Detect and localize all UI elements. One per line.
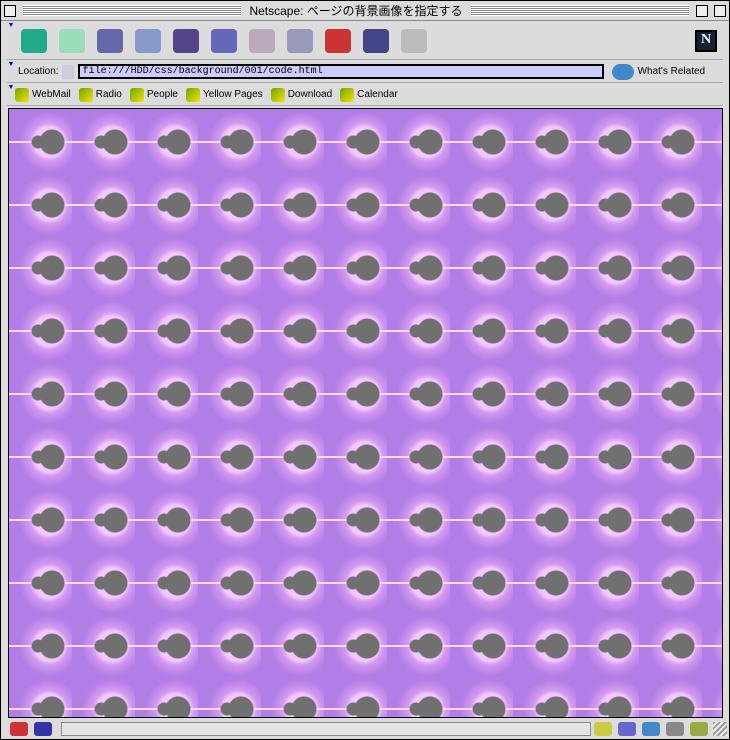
url-input[interactable] — [77, 64, 604, 79]
bookmark-icon — [270, 87, 285, 102]
bookmark-icon — [186, 87, 200, 102]
title-bar: Netscape: ページの背景画像を指定する — [1, 1, 729, 21]
toolbar-grip[interactable]: ▼ — [7, 22, 15, 59]
bookmark-download[interactable]: Download — [270, 87, 333, 102]
status-text-field — [61, 722, 591, 736]
bookmark-label: People — [146, 89, 178, 100]
connection-icon[interactable] — [34, 722, 52, 736]
bookmark-yellow-pages[interactable]: Yellow Pages — [186, 87, 263, 102]
images-icon[interactable] — [249, 28, 275, 53]
page-proxy-icon[interactable] — [61, 64, 74, 79]
bookmark-icon — [78, 87, 93, 102]
title-stripes — [23, 5, 242, 16]
location-bar: ▼ Location: What's Related — [7, 61, 723, 83]
composer-icon[interactable] — [666, 722, 684, 736]
bookmark-calendar[interactable]: Calendar — [340, 87, 398, 102]
bookmark-people[interactable]: People — [129, 87, 178, 102]
title-stripes — [470, 5, 689, 16]
bookmark-webmail[interactable]: WebMail — [15, 87, 71, 102]
whats-related-button[interactable]: What's Related — [638, 66, 706, 77]
personal-toolbar: ▼ WebMail Radio People Yellow Pages Down… — [7, 84, 723, 106]
navigator-icon[interactable] — [594, 722, 612, 736]
bookmark-icon — [129, 87, 144, 102]
collapse-box[interactable] — [714, 4, 726, 17]
toolbar-grip[interactable]: ▼ — [7, 61, 15, 82]
print-icon[interactable] — [287, 28, 313, 53]
stop-icon[interactable] — [401, 28, 427, 53]
close-box[interactable] — [4, 4, 16, 17]
page-content-tiled-background — [8, 108, 723, 718]
home-icon[interactable] — [135, 28, 161, 53]
bookmark-icon — [15, 87, 29, 102]
forward-icon[interactable] — [59, 28, 85, 53]
netscape-logo-icon[interactable]: N — [695, 29, 717, 52]
bookmark-label: Radio — [95, 89, 122, 100]
bookmark-radio[interactable]: Radio — [78, 87, 122, 102]
reload-icon[interactable] — [97, 28, 123, 53]
status-bar — [1, 719, 729, 739]
bookmark-label: Yellow Pages — [203, 89, 263, 100]
security-icon[interactable] — [325, 28, 351, 53]
navigation-toolbar: ▼ N — [7, 22, 723, 60]
editor-icon[interactable] — [690, 722, 708, 736]
location-label: Location: — [18, 66, 59, 77]
resize-grip[interactable] — [713, 722, 727, 736]
my-netscape-icon[interactable] — [211, 28, 237, 53]
search-icon[interactable] — [173, 28, 199, 53]
zoom-box[interactable] — [696, 4, 708, 17]
bookmark-label: Download — [287, 89, 333, 100]
toolbar-grip[interactable]: ▼ — [7, 84, 15, 105]
shop-icon[interactable] — [363, 28, 389, 53]
bookmark-label: WebMail — [32, 89, 71, 100]
security-lock-icon[interactable] — [10, 722, 28, 736]
bookmark-label: Calendar — [357, 89, 398, 100]
instant-message-icon[interactable] — [642, 722, 660, 736]
whats-related-icon[interactable] — [611, 63, 634, 80]
bookmark-icon — [340, 87, 355, 102]
mail-icon[interactable] — [618, 722, 636, 736]
back-icon[interactable] — [21, 28, 47, 53]
window-title: Netscape: ページの背景画像を指定する — [249, 4, 463, 18]
